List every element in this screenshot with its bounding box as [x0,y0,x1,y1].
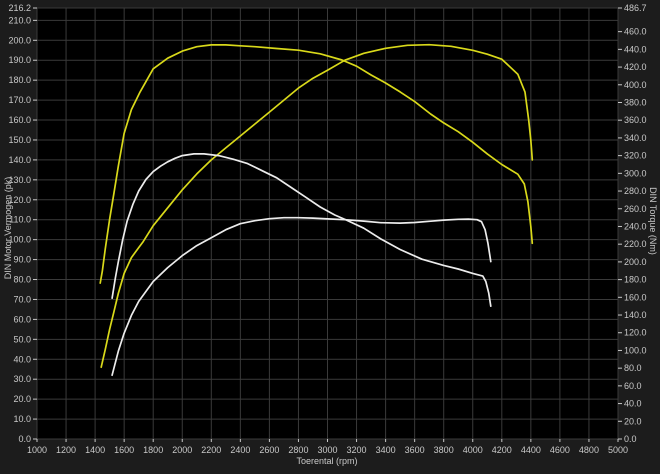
y-left-tick-label: 190.0 [8,55,31,65]
y-left-tick-label: 80.0 [13,275,31,285]
y-left-tick-label: 40.0 [13,354,31,364]
y-right-tick-label: 340.0 [624,133,647,143]
y-right-tick-label: 360.0 [624,115,647,125]
y-left-tick-label: 170.0 [8,95,31,105]
y-right-tick-label: 460.0 [624,27,647,37]
y-right-tick-label: 200.0 [624,257,647,267]
y-right-tick-label: 220.0 [624,239,647,249]
x-tick-label: 2800 [288,445,308,455]
y-left-tick-label: 200.0 [8,35,31,45]
y-left-tick-label: 180.0 [8,75,31,85]
x-tick-label: 2600 [259,445,279,455]
y-right-tick-label: 240.0 [624,221,647,231]
y-right-tick-label: 280.0 [624,186,647,196]
y-left-tick-label: 0.0 [18,434,31,444]
x-tick-label: 2000 [172,445,192,455]
y-right-tick-label: 0.0 [624,434,637,444]
y-right-tick-label: 320.0 [624,151,647,161]
y-right-tick-label: 486.7 [624,3,647,13]
x-tick-label: 1800 [143,445,163,455]
x-tick-label: 4200 [492,445,512,455]
x-axis-title: Toerental (rpm) [296,456,357,466]
y-right-tick-label: 120.0 [624,328,647,338]
x-tick-label: 4600 [550,445,570,455]
x-tick-label: 3400 [376,445,396,455]
y-right-tick-label: 160.0 [624,292,647,302]
x-tick-label: 3800 [434,445,454,455]
x-tick-label: 1600 [114,445,134,455]
x-tick-label: 1000 [27,445,47,455]
x-tick-label: 1400 [85,445,105,455]
y-left-tick-label: 20.0 [13,394,31,404]
y-left-tick-label: 210.0 [8,15,31,25]
x-tick-label: 2400 [230,445,250,455]
y-right-axis-title: DIN Torque (Nm) [648,187,658,255]
y-right-tick-label: 80.0 [624,363,642,373]
dyno-chart: 216.2 210.0 200.0 190.0 180.0 170.0 160.0 150.0… [0,0,660,474]
y-left-tick-label: 50.0 [13,334,31,344]
y-right-tick-label: 60.0 [624,381,642,391]
y-left-axis-title: DIN Motor Vermogen (pk) [3,177,13,280]
y-right-tick-label: 180.0 [624,275,647,285]
y-right-tick-label: 40.0 [624,399,642,409]
y-right-tick-label: 140.0 [624,310,647,320]
y-left-tick-label: 140.0 [8,155,31,165]
y-right-tick-label: 400.0 [624,80,647,90]
y-right-tick-label: 300.0 [624,168,647,178]
x-tick-label: 3600 [405,445,425,455]
y-right-tick-label: 380.0 [624,97,647,107]
y-left-tick-label: 10.0 [13,414,31,424]
y-left-tick-label: 90.0 [13,255,31,265]
y-left-tick-label: 150.0 [8,135,31,145]
y-right-tick-label: 260.0 [624,204,647,214]
x-tick-label: 4400 [521,445,541,455]
y-right-tick-label: 100.0 [624,345,647,355]
y-left-tick-label: 70.0 [13,294,31,304]
y-left-tick-label: 60.0 [13,314,31,324]
x-tick-label: 3200 [347,445,367,455]
y-right-tick-label: 440.0 [624,44,647,54]
x-tick-label: 2200 [201,445,221,455]
y-left-tick-label: 160.0 [8,115,31,125]
y-left-tick-label: 30.0 [13,374,31,384]
y-right-tick-label: 420.0 [624,62,647,72]
y-right-tick-label: 20.0 [624,416,642,426]
x-tick-label: 5000 [608,445,628,455]
x-tick-label: 1200 [56,445,76,455]
x-tick-label: 4000 [463,445,483,455]
dyno-chart-window: 216.2 210.0 200.0 190.0 180.0 170.0 160.0 150.0… [0,0,660,474]
x-tick-label: 4800 [579,445,599,455]
x-tick-label: 3000 [317,445,337,455]
y-left-tick-label: 216.2 [8,3,31,13]
